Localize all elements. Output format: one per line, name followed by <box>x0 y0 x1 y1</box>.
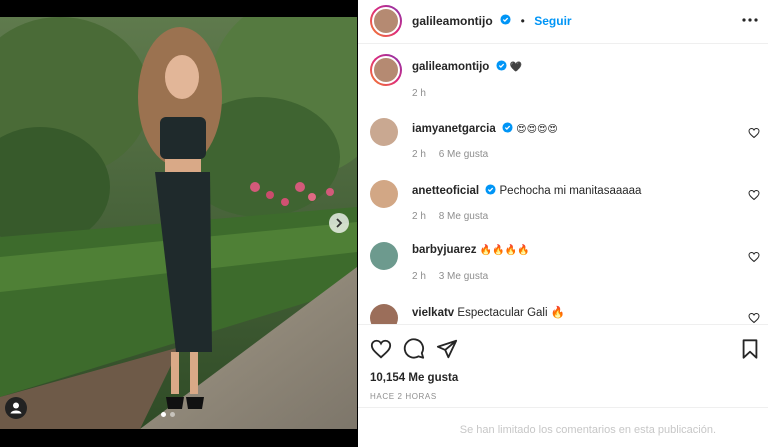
caption-text: 🖤 <box>509 62 523 74</box>
verified-badge-icon <box>485 184 496 198</box>
comment-username[interactable]: barbyjuarez <box>412 244 477 256</box>
carousel-dot <box>170 412 175 417</box>
comment-username[interactable]: anetteoficial <box>412 185 479 197</box>
post-time: HACE 2 HORAS <box>370 392 437 401</box>
author-username[interactable]: galileamontijo <box>412 14 493 28</box>
comment-likes[interactable]: 3 Me gusta <box>439 271 488 282</box>
header-separator: • <box>520 14 525 29</box>
comment-age: 2 h <box>412 149 426 160</box>
post-side-panel: galileamontijo • Seguir galileamontijo 🖤… <box>358 0 768 447</box>
verified-badge-icon <box>500 12 511 30</box>
comment-age: 2 h <box>412 271 426 282</box>
heart-icon[interactable] <box>748 311 760 324</box>
comment-avatar[interactable] <box>370 304 398 324</box>
comment-avatar[interactable] <box>370 180 398 208</box>
comment-likes[interactable]: 6 Me gusta <box>439 149 488 160</box>
share-icon[interactable] <box>436 338 458 360</box>
more-options-icon[interactable] <box>740 12 760 28</box>
author-avatar[interactable] <box>370 5 402 37</box>
comment-text: Pechocha mi manitasaaaaa <box>499 185 642 198</box>
caption-username[interactable]: galileamontijo <box>412 61 489 73</box>
like-heart-icon[interactable] <box>370 338 392 360</box>
photo-image <box>0 17 357 429</box>
comment-username[interactable]: iamyanetgarcia <box>412 123 496 135</box>
user-tag-icon[interactable] <box>5 397 27 419</box>
likes-count[interactable]: 10,154 Me gusta <box>370 372 458 384</box>
post-photo[interactable] <box>0 17 357 429</box>
comment-text: Espectacular Gali 🔥 <box>457 307 566 319</box>
comment-avatar[interactable] <box>370 118 398 146</box>
comment-likes[interactable]: 8 Me gusta <box>439 211 488 222</box>
carousel-dots <box>161 412 181 418</box>
verified-badge-icon <box>495 60 507 74</box>
heart-icon[interactable] <box>748 126 760 139</box>
verified-badge-icon <box>502 122 513 136</box>
comment-icon[interactable] <box>403 338 425 360</box>
post-actions <box>358 324 768 371</box>
comment-username[interactable]: vielkatv <box>412 307 454 319</box>
comments-limited-notice: Se han limitado los comentarios en esta … <box>358 407 768 447</box>
comment-text: 🔥🔥🔥🔥 <box>479 245 530 256</box>
caption-avatar[interactable] <box>370 54 402 86</box>
carousel-dot-active <box>161 412 166 417</box>
comment-avatar[interactable] <box>370 242 398 270</box>
comment-row: vielkatv Espectacular Gali 🔥 <box>358 304 768 324</box>
post-header: galileamontijo • Seguir <box>358 0 768 44</box>
follow-button[interactable]: Seguir <box>534 14 571 28</box>
heart-icon[interactable] <box>748 188 760 201</box>
heart-icon[interactable] <box>748 250 760 263</box>
comment-text: 😍😍😍😍 <box>516 124 558 136</box>
caption-age: 2 h <box>412 88 426 99</box>
next-arrow-icon[interactable] <box>329 213 349 233</box>
bookmark-icon[interactable] <box>739 338 761 360</box>
comment-age: 2 h <box>412 211 426 222</box>
